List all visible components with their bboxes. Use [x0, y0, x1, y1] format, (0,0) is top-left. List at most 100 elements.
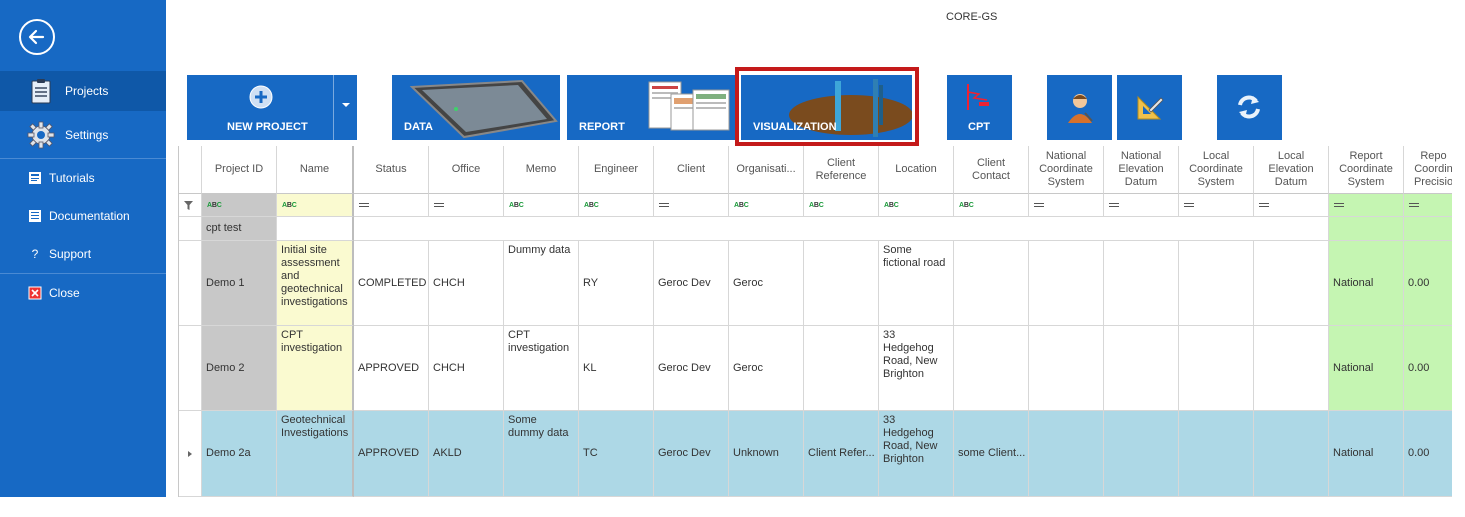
cell-memo[interactable]: CPT investigation	[504, 326, 579, 411]
filter-client-contact[interactable]: ABC	[954, 194, 1029, 217]
filter-row-icon-cell[interactable]	[179, 194, 202, 217]
cell-national-coordinate-system[interactable]	[1029, 411, 1104, 497]
cell-national-coordinate-system[interactable]	[1029, 241, 1104, 326]
cell-report-precision[interactable]: 0.00	[1404, 241, 1452, 326]
cell-engineer[interactable]: TC	[579, 411, 654, 497]
cell-national-coordinate-system[interactable]	[1029, 326, 1104, 411]
cell-status[interactable]: COMPLETED	[354, 241, 429, 326]
filter-status[interactable]	[354, 194, 429, 217]
cell-project-id[interactable]: Demo 1	[202, 241, 277, 326]
cell-client-contact[interactable]: some Client...	[954, 411, 1029, 497]
cell-name[interactable]: Geotechnical Investigations	[277, 411, 354, 497]
sidebar-item-support[interactable]: ? Support	[0, 234, 166, 274]
cell-national-elevation-datum[interactable]	[1104, 411, 1179, 497]
filter-location[interactable]: ABC	[879, 194, 954, 217]
filter-client-reference[interactable]: ABC	[804, 194, 879, 217]
filter-national-coordinate-system[interactable]	[1029, 194, 1104, 217]
column-header-project-id[interactable]: Project ID	[202, 146, 277, 194]
filter-office[interactable]	[429, 194, 504, 217]
column-header-national-coordinate-system[interactable]: National Coordinate System	[1029, 146, 1104, 194]
filter-report-coordinate-system[interactable]	[1329, 194, 1404, 217]
column-header-office[interactable]: Office	[429, 146, 504, 194]
column-header-client-contact[interactable]: Client Contact	[954, 146, 1029, 194]
new-project-dropdown[interactable]	[333, 75, 357, 140]
filter-engineer[interactable]: ABC	[579, 194, 654, 217]
cell-report-coordinate-system[interactable]: National	[1329, 241, 1404, 326]
cell-national-elevation-datum[interactable]	[1104, 241, 1179, 326]
cell-report-coordinate-system[interactable]: National	[1329, 411, 1404, 497]
group-row-label[interactable]: cpt test	[202, 217, 277, 241]
cell-memo[interactable]: Some dummy data	[504, 411, 579, 497]
column-header-organisation[interactable]: Organisati...	[729, 146, 804, 194]
cell-organisation[interactable]: Geroc	[729, 326, 804, 411]
projects-grid[interactable]: Project ID Name Status Office Memo Engin…	[178, 146, 1452, 497]
cell-office[interactable]: CHCH	[429, 241, 504, 326]
cell-local-coordinate-system[interactable]	[1179, 411, 1254, 497]
column-header-local-coordinate-system[interactable]: Local Coordinate System	[1179, 146, 1254, 194]
filter-client[interactable]	[654, 194, 729, 217]
cell-project-id[interactable]: Demo 2a	[202, 411, 277, 497]
cpt-button[interactable]: CPT	[947, 75, 1012, 140]
cell-location[interactable]: Some fictional road	[879, 241, 954, 326]
filter-local-coordinate-system[interactable]	[1179, 194, 1254, 217]
cell-project-id[interactable]: Demo 2	[202, 326, 277, 411]
column-header-report-coordinate-system[interactable]: Report Coordinate System	[1329, 146, 1404, 194]
cell-organisation[interactable]: Geroc	[729, 241, 804, 326]
cell-client-contact[interactable]	[954, 241, 1029, 326]
cell-office[interactable]: AKLD	[429, 411, 504, 497]
cell-client[interactable]: Geroc Dev	[654, 411, 729, 497]
cell-status[interactable]: APPROVED	[354, 326, 429, 411]
cell-client-reference[interactable]	[804, 241, 879, 326]
cell-local-elevation-datum[interactable]	[1254, 241, 1329, 326]
cell-location[interactable]: 33 Hedgehog Road, New Brighton	[879, 326, 954, 411]
cell-client-reference[interactable]	[804, 326, 879, 411]
column-header-memo[interactable]: Memo	[504, 146, 579, 194]
column-header-name[interactable]: Name	[277, 146, 354, 194]
filter-national-elevation-datum[interactable]	[1104, 194, 1179, 217]
user-settings-button[interactable]	[1047, 75, 1112, 140]
new-project-button[interactable]: NEW PROJECT	[187, 75, 333, 140]
cell-office[interactable]: CHCH	[429, 326, 504, 411]
cell-national-elevation-datum[interactable]	[1104, 326, 1179, 411]
cell-local-elevation-datum[interactable]	[1254, 326, 1329, 411]
cell-report-precision[interactable]: 0.00	[1404, 326, 1452, 411]
column-header-status[interactable]: Status	[354, 146, 429, 194]
cell-name[interactable]: Initial site assessment and geotechnical…	[277, 241, 354, 326]
back-button[interactable]	[19, 19, 55, 55]
filter-project-id[interactable]: ABC	[202, 194, 277, 217]
column-header-location[interactable]: Location	[879, 146, 954, 194]
sidebar-item-close[interactable]: Close	[0, 273, 166, 313]
cell-local-coordinate-system[interactable]	[1179, 241, 1254, 326]
sidebar-item-documentation[interactable]: Documentation	[0, 196, 166, 236]
cell-location[interactable]: 33 Hedgehog Road, New Brighton	[879, 411, 954, 497]
cell-report-coordinate-system[interactable]: National	[1329, 326, 1404, 411]
column-header-report-precision[interactable]: Repo Coordin Precisio	[1404, 146, 1452, 194]
report-button[interactable]: REPORT	[567, 75, 735, 140]
cell-client-reference[interactable]: Client Refer...	[804, 411, 879, 497]
cell-local-coordinate-system[interactable]	[1179, 326, 1254, 411]
cell-client[interactable]: Geroc Dev	[654, 326, 729, 411]
cell-engineer[interactable]: KL	[579, 326, 654, 411]
cell-engineer[interactable]: RY	[579, 241, 654, 326]
filter-organisation[interactable]: ABC	[729, 194, 804, 217]
filter-local-elevation-datum[interactable]	[1254, 194, 1329, 217]
column-header-national-elevation-datum[interactable]: National Elevation Datum	[1104, 146, 1179, 194]
filter-memo[interactable]: ABC	[504, 194, 579, 217]
column-header-client-reference[interactable]: Client Reference	[804, 146, 879, 194]
cell-client[interactable]: Geroc Dev	[654, 241, 729, 326]
cell-report-precision[interactable]: 0.00	[1404, 411, 1452, 497]
tools-button[interactable]	[1117, 75, 1182, 140]
column-header-engineer[interactable]: Engineer	[579, 146, 654, 194]
cell-status[interactable]: APPROVED	[354, 411, 429, 497]
data-button[interactable]: DATA	[392, 75, 560, 140]
cell-name[interactable]: CPT investigation	[277, 326, 354, 411]
sidebar-item-tutorials[interactable]: Tutorials	[0, 158, 166, 198]
sidebar-item-settings[interactable]: Settings	[0, 115, 166, 155]
refresh-button[interactable]	[1217, 75, 1282, 140]
cell-organisation[interactable]: Unknown	[729, 411, 804, 497]
column-header-local-elevation-datum[interactable]: Local Elevation Datum	[1254, 146, 1329, 194]
sidebar-item-projects[interactable]: Projects	[0, 71, 166, 111]
column-header-client[interactable]: Client	[654, 146, 729, 194]
cell-local-elevation-datum[interactable]	[1254, 411, 1329, 497]
cell-client-contact[interactable]	[954, 326, 1029, 411]
